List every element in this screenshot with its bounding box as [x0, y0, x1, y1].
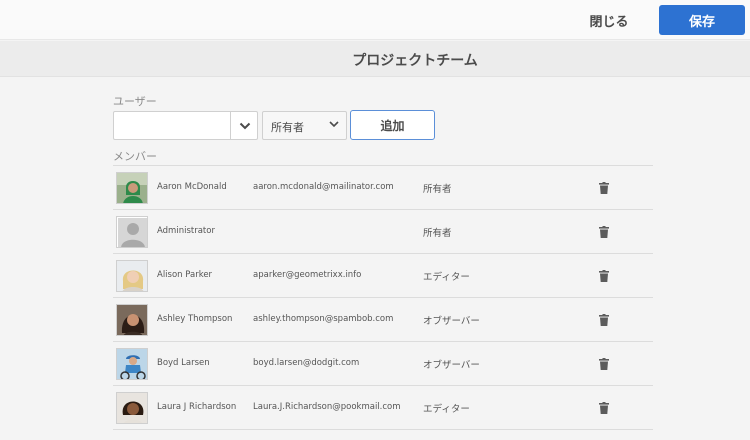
- trash-icon[interactable]: [599, 226, 609, 238]
- chevron-down-icon: [329, 121, 339, 128]
- member-role: オブザーバー: [423, 360, 480, 371]
- member-row: Laura J Richardson Laura.J.Richardson@po…: [113, 386, 653, 430]
- trash-icon[interactable]: [599, 358, 609, 370]
- avatar: [116, 392, 148, 424]
- member-email: aparker@geometrixx.info: [253, 270, 362, 280]
- member-row: Administrator 所有者: [113, 210, 653, 254]
- member-email: boyd.larsen@dodgit.com: [253, 358, 360, 368]
- member-row: Boyd Larsen boyd.larsen@dodgit.com オブザーバ…: [113, 342, 653, 386]
- avatar: [116, 216, 148, 248]
- member-row: Alison Parker aparker@geometrixx.info エデ…: [113, 254, 653, 298]
- member-role: オブザーバー: [423, 316, 480, 327]
- trash-icon[interactable]: [599, 314, 609, 326]
- page-title: プロジェクトチーム: [352, 53, 478, 69]
- member-role: 所有者: [423, 228, 452, 239]
- trash-icon[interactable]: [599, 182, 609, 194]
- top-toolbar: 閉じる 保存: [0, 0, 750, 40]
- user-combobox[interactable]: [113, 111, 258, 140]
- user-dropdown-toggle[interactable]: [230, 112, 258, 139]
- member-list: Aaron McDonald aaron.mcdonald@mailinator…: [113, 165, 653, 430]
- user-label: ユーザー: [113, 95, 157, 108]
- members-label: メンバー: [113, 150, 157, 163]
- member-role: エディター: [423, 272, 470, 283]
- user-search-input[interactable]: [114, 112, 230, 139]
- avatar: [116, 348, 148, 380]
- member-name: Administrator: [157, 226, 215, 236]
- member-row: Ashley Thompson ashley.thompson@spambob.…: [113, 298, 653, 342]
- member-email: ashley.thompson@spambob.com: [253, 314, 394, 324]
- add-button[interactable]: 追加: [350, 110, 435, 140]
- member-name: Ashley Thompson: [157, 314, 233, 324]
- member-role: 所有者: [423, 184, 452, 195]
- role-select-value: 所有者: [271, 121, 304, 134]
- member-name: Boyd Larsen: [157, 358, 210, 368]
- member-name: Aaron McDonald: [157, 182, 227, 192]
- title-bar: プロジェクトチーム: [0, 41, 750, 77]
- avatar: [116, 172, 148, 204]
- trash-icon[interactable]: [599, 270, 609, 282]
- chevron-down-icon: [239, 122, 250, 129]
- save-button[interactable]: 保存: [659, 5, 745, 35]
- close-button[interactable]: 閉じる: [576, 6, 642, 34]
- role-select[interactable]: 所有者: [262, 111, 347, 140]
- member-name: Alison Parker: [157, 270, 213, 280]
- trash-icon[interactable]: [599, 402, 609, 414]
- member-row: Aaron McDonald aaron.mcdonald@mailinator…: [113, 166, 653, 210]
- avatar: [116, 260, 148, 292]
- member-role: エディター: [423, 404, 470, 415]
- member-email: Laura.J.Richardson@pookmail.com: [253, 402, 401, 412]
- member-email: aaron.mcdonald@mailinator.com: [253, 182, 394, 192]
- avatar: [116, 304, 148, 336]
- member-name: Laura J Richardson: [157, 402, 237, 412]
